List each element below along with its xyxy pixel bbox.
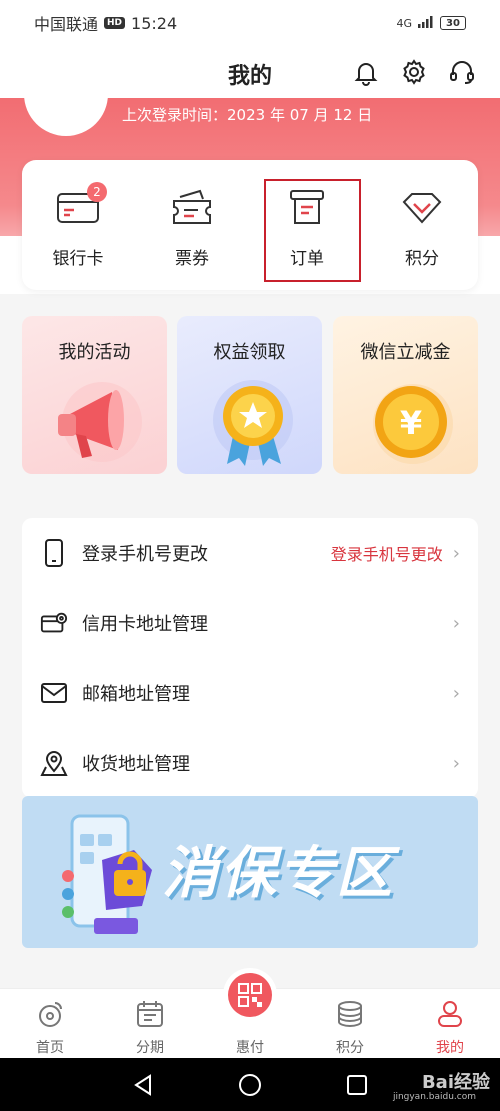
menu-item-value: 登录手机号更改: [330, 545, 443, 564]
quick-item-label: 票券: [175, 249, 209, 269]
activity-card-benefits[interactable]: 权益领取: [177, 316, 322, 474]
nav-label: 积分: [336, 1040, 364, 1056]
mail-icon: [40, 679, 68, 707]
chevron-right-icon: ›: [452, 542, 460, 564]
quick-item-points[interactable]: 积分: [372, 160, 472, 280]
menu-item-label: 邮箱地址管理: [82, 684, 190, 705]
carrier-name: 中国联通: [34, 15, 99, 34]
nav-item-points[interactable]: 积分: [300, 989, 400, 1059]
quick-item-label: 积分: [405, 249, 439, 269]
activity-card-wechat-discount[interactable]: 微信立减金 ¥: [333, 316, 478, 474]
watermark-logo: Bai经验: [421, 1072, 490, 1093]
gear-icon[interactable]: [398, 56, 430, 88]
status-bar: 中国联通 HD 15:24 4G 30: [0, 0, 500, 46]
svg-text:¥: ¥: [399, 404, 421, 442]
location-icon: [40, 749, 68, 777]
back-icon[interactable]: [130, 1072, 156, 1098]
chevron-right-icon: ›: [452, 752, 460, 774]
points-diamond-icon: [399, 188, 445, 228]
nav-label: 我的: [436, 1040, 464, 1056]
user-icon: [435, 999, 465, 1029]
settings-menu: 登录手机号更改 登录手机号更改 › 信用卡地址管理 › 邮箱地址管理 › 收货地…: [22, 518, 478, 798]
home-circle-icon[interactable]: [237, 1072, 263, 1098]
nav-item-installments[interactable]: 分期: [100, 989, 200, 1059]
menu-item-label: 信用卡地址管理: [82, 614, 208, 635]
calendar-icon: [135, 999, 165, 1029]
chevron-right-icon: ›: [452, 612, 460, 634]
menu-item-shipping-address[interactable]: 收货地址管理 ›: [22, 728, 478, 798]
promo-title: 消保专区: [162, 841, 394, 906]
last-login-time: 上次登录时间：2023 年 07 月 12 日: [122, 106, 373, 124]
phone-lock-illustration-icon: [42, 810, 162, 944]
notification-badge: 2: [87, 182, 107, 202]
quick-actions-card: 2 银行卡 票券 订单 积分: [22, 160, 478, 290]
menu-item-email-address[interactable]: 邮箱地址管理 ›: [22, 658, 478, 728]
clock: 15:24: [131, 13, 178, 33]
home-icon: [35, 999, 65, 1029]
watermark-site: jingyan.baidu.com: [392, 1092, 476, 1102]
nav-label: 分期: [136, 1040, 164, 1056]
network-label: 4G: [396, 16, 412, 30]
headset-icon[interactable]: [446, 56, 478, 88]
activity-row: 我的活动 权益领取 微信立减金 ¥: [22, 316, 478, 474]
yen-coin-icon: ¥: [333, 372, 478, 472]
highlight-annotation-box: [264, 179, 361, 282]
menu-item-label: 收货地址管理: [82, 754, 190, 775]
nav-label: 首页: [36, 1040, 64, 1056]
consumer-protection-banner[interactable]: 消保专区: [22, 796, 478, 948]
bank-card-icon: 2: [55, 182, 107, 228]
quick-item-ticket[interactable]: 票券: [142, 160, 242, 280]
chevron-right-icon: ›: [452, 682, 460, 704]
activity-title: 权益领取: [213, 342, 286, 363]
bottom-nav: 首页 分期 惠付 积分 我的: [0, 973, 500, 1059]
menu-item-label: 登录手机号更改: [82, 544, 208, 565]
quick-item-label: 银行卡: [52, 249, 104, 269]
coins-icon: [335, 999, 365, 1029]
nav-item-mine[interactable]: 我的: [400, 989, 500, 1059]
system-nav-bar: Bai经验 jingyan.baidu.com: [0, 1058, 500, 1111]
signal-icon: [418, 15, 434, 31]
hd-badge: HD: [104, 17, 126, 29]
medal-icon: [177, 372, 322, 472]
phone-icon: [40, 539, 68, 567]
recent-apps-icon[interactable]: [344, 1072, 370, 1098]
qr-code-icon: [228, 973, 272, 1017]
nav-item-pay[interactable]: 惠付: [200, 973, 300, 1059]
activity-card-my-activity[interactable]: 我的活动: [22, 316, 167, 474]
activity-title: 我的活动: [58, 342, 131, 363]
menu-item-credit-card-address[interactable]: 信用卡地址管理 ›: [22, 588, 478, 658]
menu-item-phone-change[interactable]: 登录手机号更改 登录手机号更改 ›: [22, 518, 478, 588]
nav-item-home[interactable]: 首页: [0, 989, 100, 1059]
activity-title: 微信立减金: [360, 342, 451, 363]
megaphone-icon: [22, 372, 167, 472]
ticket-icon: [169, 188, 215, 228]
card-location-icon: [40, 609, 68, 637]
bell-icon[interactable]: [350, 56, 382, 88]
avatar[interactable]: [24, 68, 108, 136]
quick-item-bank-card[interactable]: 2 银行卡: [28, 160, 128, 280]
battery-icon: 30: [440, 16, 466, 30]
nav-label: 惠付: [236, 1040, 264, 1056]
